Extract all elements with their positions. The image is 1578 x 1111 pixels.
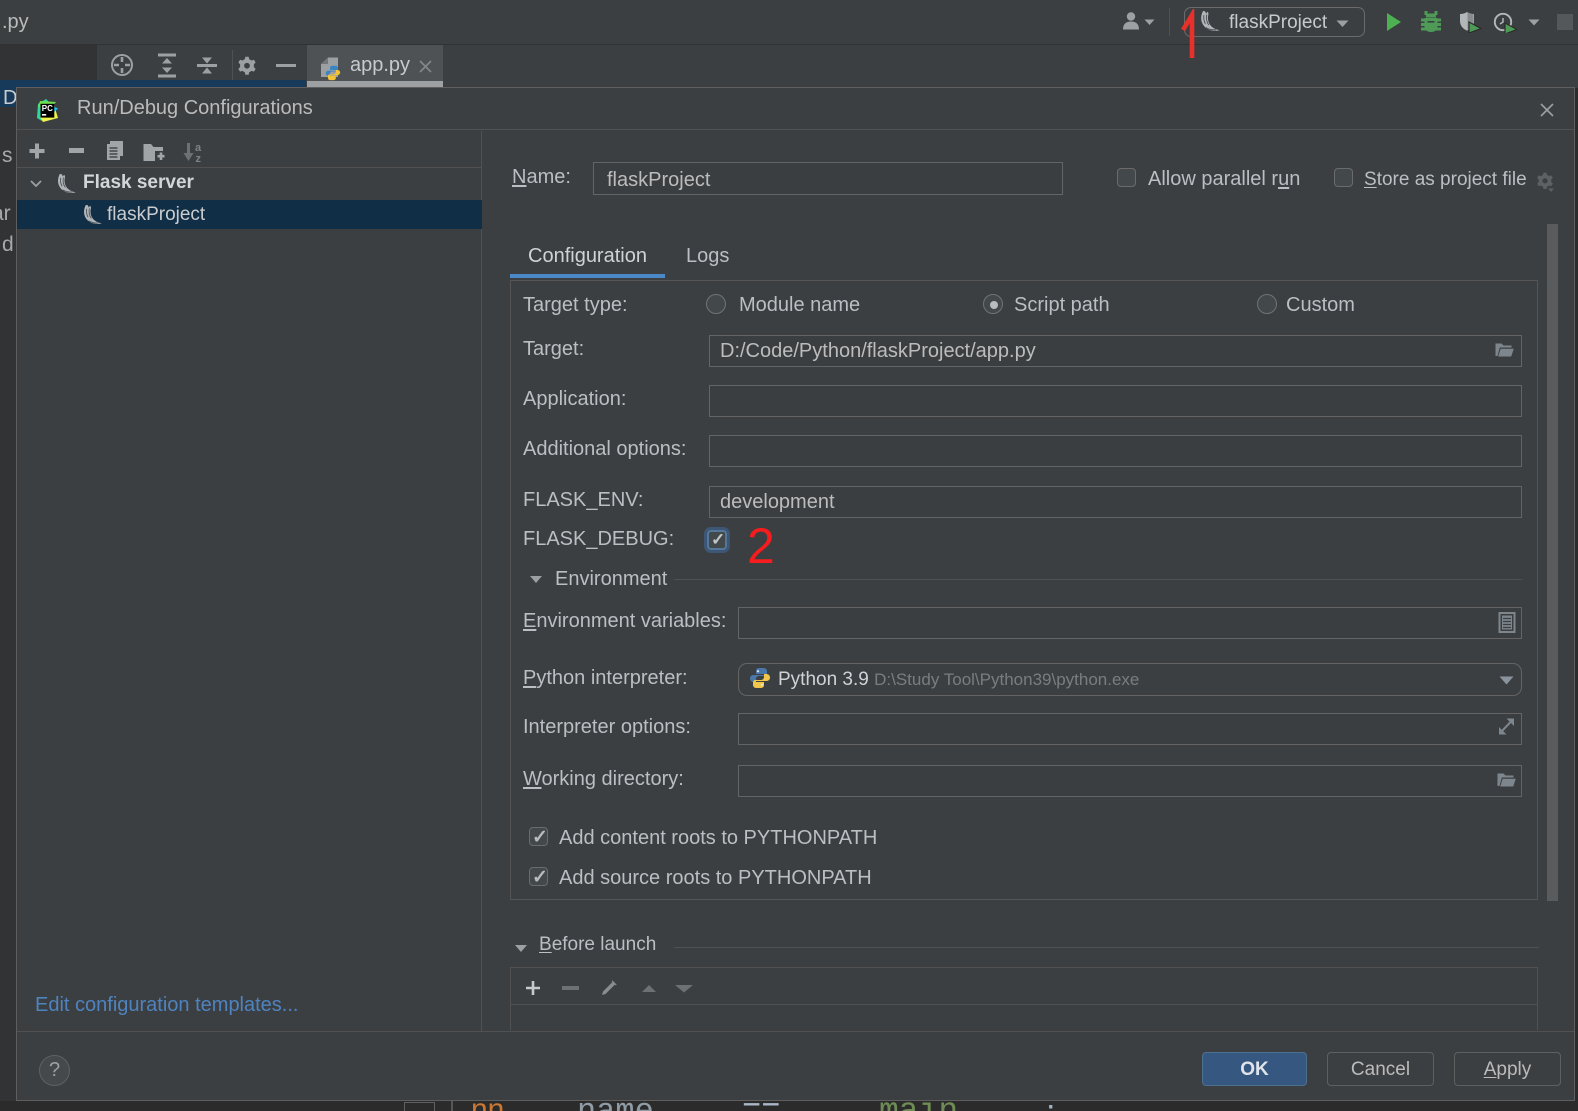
svg-text:2: 2 — [747, 521, 775, 571]
svg-text:PC: PC — [42, 104, 53, 113]
svg-text:z: z — [196, 153, 202, 162]
